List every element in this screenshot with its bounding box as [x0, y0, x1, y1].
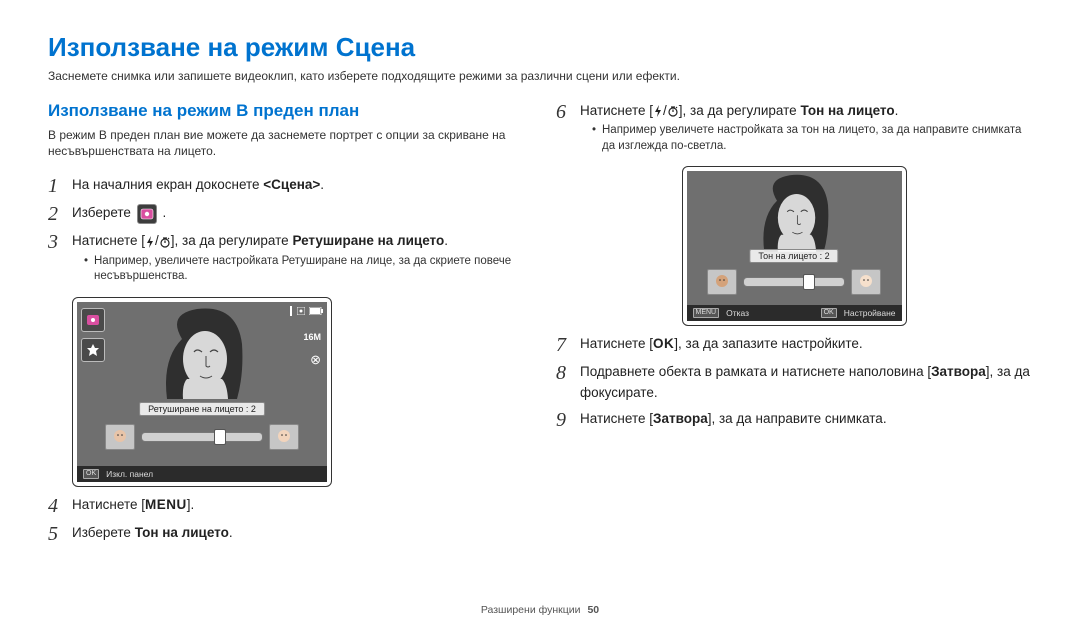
- step-bold: <Сцена>: [263, 177, 320, 192]
- slider-knob: [214, 429, 226, 445]
- thumb-after: [269, 424, 299, 450]
- step-text: Изберете: [72, 525, 135, 540]
- step-number: 6: [556, 101, 580, 123]
- slider-track: [743, 277, 845, 287]
- step-number: 2: [48, 203, 72, 225]
- timer-icon: [159, 236, 171, 248]
- step-text: Натиснете [: [72, 233, 145, 248]
- step-2: 2 Изберете .: [48, 203, 524, 225]
- step-bold: Затвора: [653, 411, 708, 426]
- flash-icon: [145, 236, 155, 248]
- thumb-dark: [707, 269, 737, 295]
- step-text: ], за да регулирате: [679, 103, 801, 118]
- tone-label: Тон на лицето : 2: [749, 249, 838, 263]
- step-text: .: [320, 177, 324, 192]
- step-text: На началния екран докоснете: [72, 177, 263, 192]
- retouch-label: Ретуширане на лицето : 2: [139, 402, 265, 416]
- resolution-label: 16M: [303, 332, 321, 342]
- step-bold: Затвора: [931, 364, 986, 379]
- step-6: 6 Натиснете [/], за да регулирате Тон на…: [556, 101, 1032, 158]
- footer-text: Изкл. панел: [106, 469, 153, 479]
- right-column: 6 Натиснете [/], за да регулирате Тон на…: [556, 101, 1032, 551]
- page-footer: Разширени функции 50: [481, 604, 599, 616]
- left-column: Използване на режим В преден план В режи…: [48, 101, 524, 551]
- step-text: ], за да регулирате: [171, 233, 293, 248]
- step-text: ], за да запазите настройките.: [674, 336, 862, 351]
- mode-icon: [137, 204, 157, 224]
- step-text: ], за да направите снимката.: [708, 411, 887, 426]
- step-bold: Ретуширане на лицето: [292, 233, 444, 248]
- step-8: 8 Подравнете обекта в рамката и натиснет…: [556, 362, 1032, 403]
- page-number: 50: [587, 604, 599, 616]
- step-text: Натиснете [: [580, 103, 653, 118]
- step-text: .: [895, 103, 899, 118]
- thumb-light: [851, 269, 881, 295]
- thumb-before: [105, 424, 135, 450]
- step-number: 9: [556, 409, 580, 431]
- step-text: Натиснете [: [580, 336, 653, 351]
- camera-screen-right: Тон на лицето : 2: [682, 166, 907, 326]
- slider-row: [707, 269, 881, 295]
- step-3: 3 Натиснете [/], за да регулирате Ретуши…: [48, 231, 524, 288]
- step-bold: Тон на лицето: [135, 525, 229, 540]
- step-bold: Тон на лицето: [800, 103, 894, 118]
- screen-footer: MENU Отказ OK Настройване: [687, 305, 902, 321]
- mode-side-icon: [81, 308, 105, 332]
- footer-text: Отказ: [726, 308, 749, 318]
- step-text: Натиснете [: [580, 411, 653, 426]
- step-5: 5 Изберете Тон на лицето.: [48, 523, 524, 545]
- step-text: Натиснете [: [72, 497, 145, 512]
- footer-ok-btn: OK: [83, 469, 99, 479]
- step-text: Изберете: [72, 205, 135, 220]
- star-side-icon: [81, 338, 105, 362]
- step-text: .: [229, 525, 233, 540]
- face-illustration: [739, 171, 849, 256]
- step-4: 4 Натиснете [MENU].: [48, 495, 524, 517]
- flash-off-icon: ⊗: [310, 352, 321, 368]
- screen-footer: OK Изкл. панел: [77, 466, 327, 482]
- slider-knob: [803, 274, 815, 290]
- step-text: ].: [187, 497, 195, 512]
- footer-menu-btn: MENU: [693, 308, 720, 318]
- step-1: 1 На началния екран докоснете <Сцена>.: [48, 175, 524, 197]
- step-number: 1: [48, 175, 72, 197]
- step-number: 5: [48, 523, 72, 545]
- step-9: 9 Натиснете [Затвора], за да направите с…: [556, 409, 1032, 431]
- section-heading: Използване на режим В преден план: [48, 101, 524, 121]
- step-number: 8: [556, 362, 580, 384]
- step-bullet: Например, увеличете настройката Ретушира…: [84, 254, 524, 285]
- status-icons: [289, 306, 323, 316]
- footer-label: Разширени функции: [481, 604, 581, 616]
- ok-label: OK: [653, 336, 674, 351]
- camera-screen-left: 16M ⊗ Ретуширане на лицето : 2: [72, 297, 332, 487]
- step-7: 7 Натиснете [OK], за да запазите настрой…: [556, 334, 1032, 356]
- page-subtitle: Заснемете снимка или запишете видеоклип,…: [48, 69, 1032, 83]
- footer-text: Настройване: [844, 308, 896, 318]
- flash-icon: [653, 105, 663, 117]
- page-title: Използване на режим Сцена: [48, 32, 1032, 63]
- step-number: 4: [48, 495, 72, 517]
- timer-icon: [667, 105, 679, 117]
- step-text: Подравнете обекта в рамката и натиснете …: [580, 364, 931, 379]
- step-text: .: [444, 233, 448, 248]
- slider-track: [141, 432, 263, 442]
- step-number: 3: [48, 231, 72, 253]
- step-number: 7: [556, 334, 580, 356]
- menu-label: MENU: [145, 497, 187, 512]
- step-text: .: [162, 205, 166, 220]
- step-bullet: Например увеличете настройката за тон на…: [592, 123, 1032, 154]
- face-illustration: [142, 304, 262, 404]
- section-desc: В режим В преден план вие можете да засн…: [48, 127, 524, 159]
- slider-row: [105, 424, 299, 450]
- footer-ok-btn: OK: [821, 308, 837, 318]
